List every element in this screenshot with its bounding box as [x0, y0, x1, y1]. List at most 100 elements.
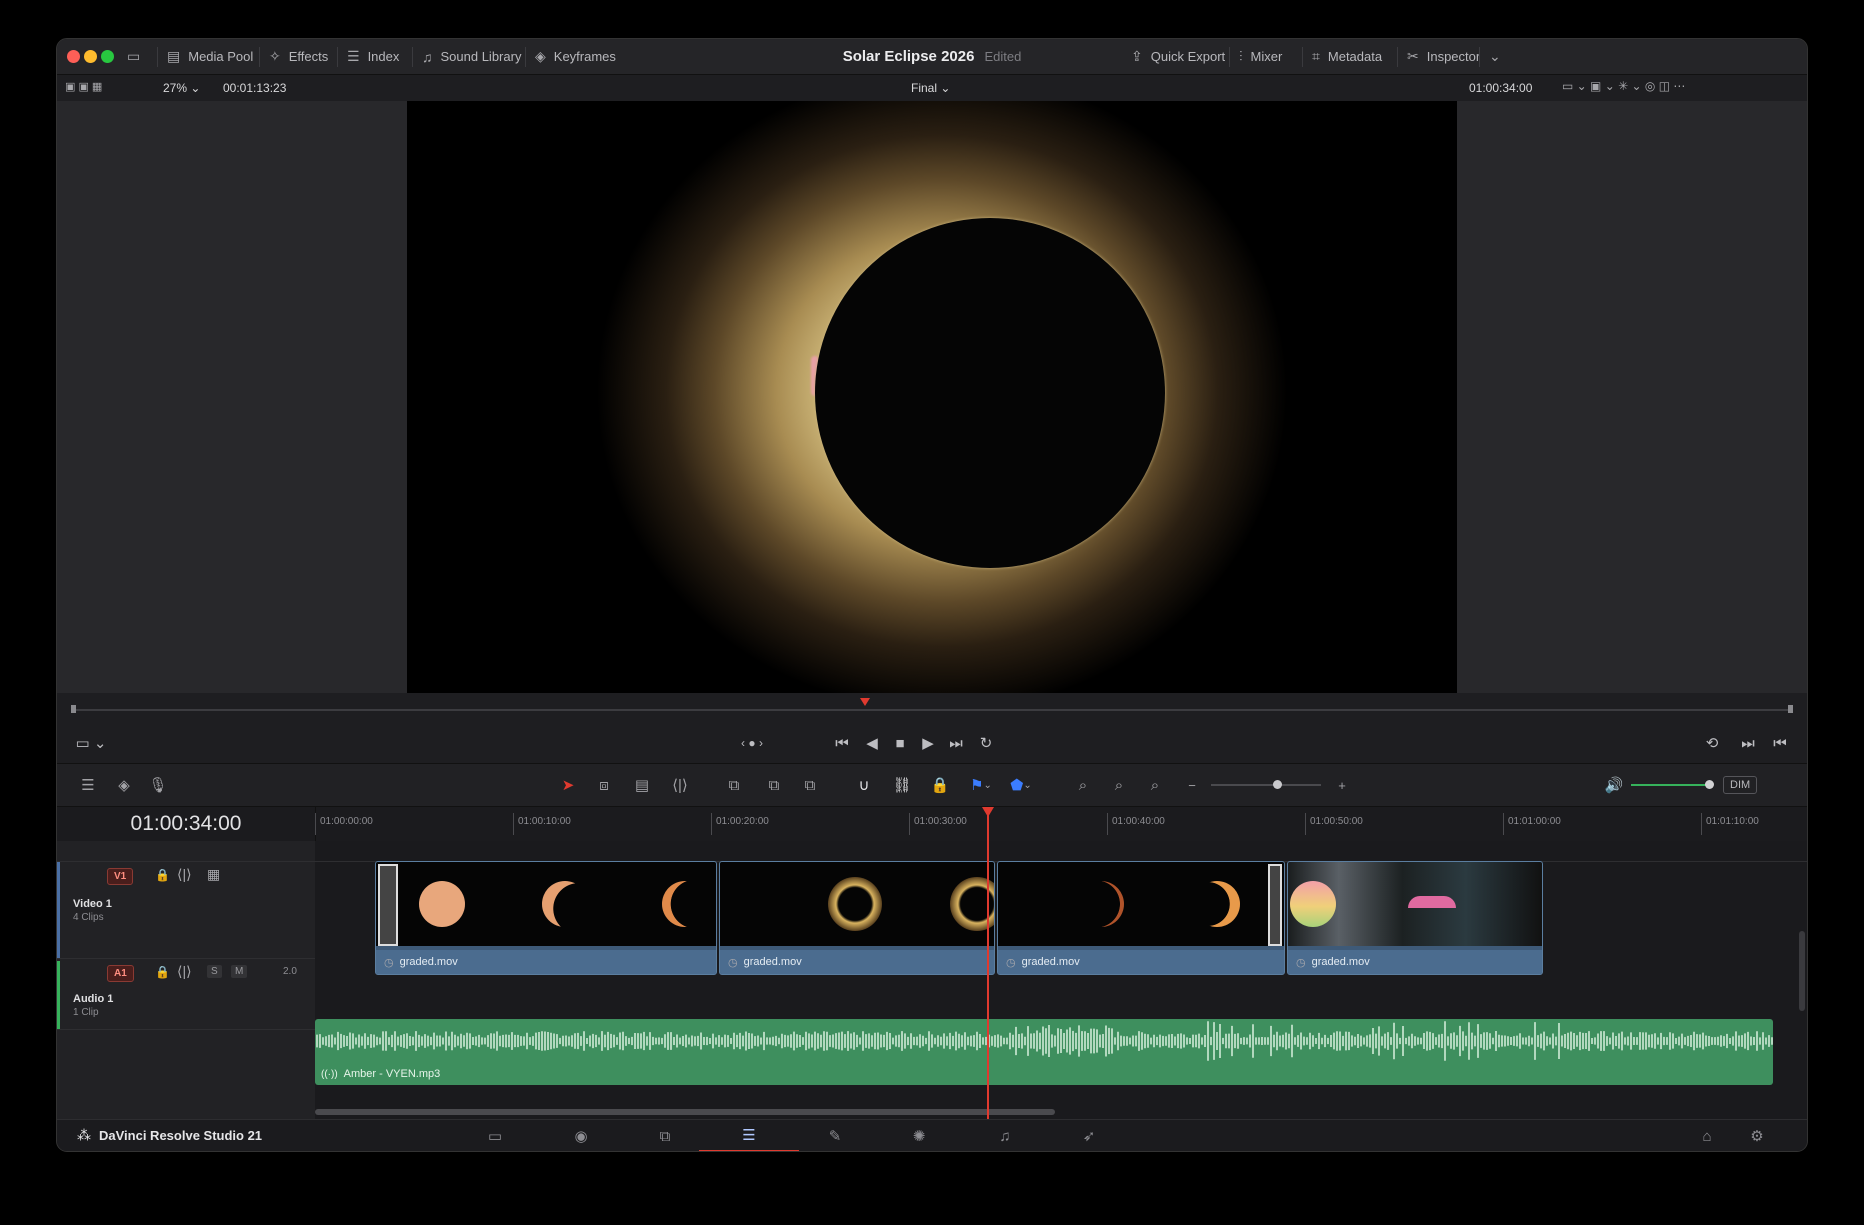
- ruler-tick-label: 01:01:00:00: [1503, 813, 1561, 835]
- volume-slider[interactable]: [1631, 780, 1714, 789]
- zoom-slider-thumb[interactable]: [1273, 780, 1282, 789]
- inspector-icon: ✂: [1407, 48, 1419, 64]
- zoom-dropdown[interactable]: 27% ⌄: [163, 81, 200, 95]
- list-icon: ☰: [347, 48, 360, 64]
- stop-button[interactable]: ■: [885, 723, 915, 763]
- mute-button[interactable]: M: [231, 965, 248, 978]
- lock-audio-track-icon[interactable]: 🔒: [155, 965, 170, 979]
- viewer-mode-dropdown[interactable]: Final ⌄: [911, 81, 950, 95]
- inspector-button[interactable]: ✂ Inspector: [1407, 39, 1480, 74]
- speaker-icon[interactable]: 🔊: [1599, 764, 1629, 806]
- scrubber-playhead[interactable]: [860, 698, 870, 706]
- expand-toolbar-icon[interactable]: ⌄: [1489, 39, 1501, 74]
- track-disable-icon[interactable]: ▦: [207, 866, 220, 883]
- edit-page-button[interactable]: ☰: [699, 1120, 799, 1151]
- marker-dropdown[interactable]: ⬟ ⌄: [1003, 764, 1039, 806]
- keyframes-button[interactable]: ◈ Keyframes: [535, 39, 616, 74]
- audio-waveform: [316, 1021, 1773, 1061]
- blade-tool-icon[interactable]: ⟨|⟩: [663, 764, 697, 806]
- home-button[interactable]: ⌂: [1687, 1120, 1727, 1151]
- close-window-button[interactable]: [67, 50, 80, 63]
- deliver-page-button[interactable]: ➶: [1039, 1120, 1139, 1151]
- dim-button[interactable]: DIM: [1723, 776, 1758, 794]
- metadata-button[interactable]: ⌗ Metadata: [1312, 39, 1382, 74]
- audio-auto-select-icon[interactable]: ⟨|⟩: [177, 963, 192, 980]
- auto-select-icon[interactable]: ⟨|⟩: [177, 866, 192, 883]
- track-headers: V1 🔒 ⟨|⟩ ▦ Video 1 4 Clips A1 🔒 ⟨|⟩ S M …: [57, 841, 316, 1123]
- video-track-header[interactable]: V1 🔒 ⟨|⟩ ▦ Video 1 4 Clips: [57, 861, 315, 959]
- sound-library-button[interactable]: ♫ Sound Library: [422, 39, 521, 74]
- timeline-playhead[interactable]: [987, 807, 989, 1147]
- color-page-button[interactable]: ✺: [869, 1120, 969, 1151]
- previous-edit-icon[interactable]: ⏮: [1765, 723, 1795, 763]
- viewer-layout-icon[interactable]: ▣ ▣ ▦: [65, 80, 102, 93]
- jog-control[interactable]: ‹ ● ›: [727, 723, 777, 763]
- quick-export-button[interactable]: ⇪ Quick Export: [1131, 39, 1225, 74]
- dynamic-trim-icon[interactable]: ▤: [625, 764, 659, 806]
- video-clip[interactable]: ◷ graded.mov: [719, 861, 995, 975]
- effects-button[interactable]: ✧ Effects: [269, 39, 328, 74]
- selection-tool-icon[interactable]: ➤: [553, 764, 583, 806]
- play-button[interactable]: ▶: [913, 723, 943, 763]
- keyframe-diamond-icon: ◈: [535, 48, 546, 64]
- ruler-tick-label: 01:00:10:00: [513, 813, 571, 835]
- zoom-detail-icon[interactable]: ⌕: [1103, 764, 1135, 806]
- safe-area-icon[interactable]: ▭ ⌄: [71, 723, 111, 763]
- vertical-scrollbar[interactable]: [1799, 931, 1805, 1011]
- video-clip[interactable]: ◷ graded.mov: [1287, 861, 1543, 975]
- linked-selection-icon[interactable]: ⛓: [887, 764, 917, 806]
- play-reverse-button[interactable]: ◀: [857, 723, 887, 763]
- audio-channels: 2.0: [283, 966, 297, 977]
- timeline-zoom-slider[interactable]: [1211, 780, 1321, 789]
- a1-track-button[interactable]: A1: [107, 965, 134, 982]
- voiceover-mic-icon[interactable]: 🎙: [141, 764, 175, 806]
- viewer-options-icon[interactable]: ▭ ⌄ ▣ ⌄ ✳ ⌄ ◎ ◫ ⋯: [1562, 79, 1685, 93]
- match-frame-icon[interactable]: ⟲: [1697, 723, 1727, 763]
- flag-dropdown[interactable]: ⚑ ⌄: [963, 764, 999, 806]
- solo-button[interactable]: S: [207, 965, 222, 978]
- scrubber-out-marker[interactable]: [1788, 705, 1793, 713]
- volume-slider-thumb[interactable]: [1705, 780, 1714, 789]
- clip-thumbnail: [1288, 862, 1542, 946]
- trim-tool-icon[interactable]: ⧈: [587, 764, 621, 806]
- mixer-button[interactable]: ⫶ Mixer: [1239, 39, 1282, 74]
- settings-gear-icon[interactable]: ⚙: [1737, 1120, 1777, 1151]
- loop-button[interactable]: ↻: [971, 723, 1001, 763]
- audio-clip[interactable]: ((·)) Amber - VYEN.mp3: [315, 1019, 1773, 1085]
- lock-track-icon[interactable]: 🔒: [155, 868, 170, 882]
- zoom-window-button[interactable]: [101, 50, 114, 63]
- video-clip[interactable]: ◷ graded.mov: [375, 861, 717, 975]
- trim-handle[interactable]: [1268, 864, 1282, 946]
- viewer-header: ▣ ▣ ▦ 27% ⌄ 00:01:13:23 Final ⌄ 01:00:34…: [57, 75, 1807, 102]
- panel-toggle-icon[interactable]: ▭: [127, 39, 140, 74]
- timeline-tracks[interactable]: ◷ graded.mov ◷ graded.mov ◷ graded.mov ◷ gra…: [315, 841, 1807, 1123]
- scrubber-in-marker[interactable]: [71, 705, 76, 713]
- go-to-end-button[interactable]: ⏭: [941, 723, 971, 763]
- video-frame[interactable]: [407, 101, 1457, 693]
- speed-icon: ◷: [1006, 956, 1016, 969]
- position-lock-icon[interactable]: 🔒: [925, 764, 955, 806]
- next-edit-icon[interactable]: ⏭: [1733, 723, 1763, 763]
- audio-track-header[interactable]: A1 🔒 ⟨|⟩ S M 2.0 Audio 1 1 Clip: [57, 961, 315, 1030]
- replace-clip-icon[interactable]: ⧉: [793, 764, 827, 806]
- top-toolbar: ▭ ▤ Media Pool ✧ Effects ☰ Index ♫ Sound Lib…: [57, 39, 1807, 75]
- overwrite-clip-icon[interactable]: ⧉: [757, 764, 791, 806]
- timeline-options-icon[interactable]: ☰: [71, 764, 105, 806]
- media-page-button[interactable]: ▭: [445, 1120, 545, 1151]
- v1-track-button[interactable]: V1: [107, 868, 134, 885]
- media-pool-icon: ▤: [167, 48, 181, 64]
- zoom-in-button[interactable]: +: [1307, 764, 1377, 806]
- insert-clip-icon[interactable]: ⧉: [717, 764, 751, 806]
- trim-handle[interactable]: [378, 864, 398, 946]
- minimize-window-button[interactable]: [84, 50, 97, 63]
- snapping-magnet-icon[interactable]: ∪: [849, 764, 879, 806]
- zoom-full-icon[interactable]: ⌕: [1067, 764, 1099, 806]
- video-clip[interactable]: ◷ graded.mov: [997, 861, 1285, 975]
- keyframe-icon[interactable]: ◈: [107, 764, 141, 806]
- media-pool-button[interactable]: ▤ Media Pool: [167, 39, 253, 74]
- timeline-ruler[interactable]: 01:00:00:00 01:00:10:00 01:00:20:00 01:00:3…: [315, 807, 1807, 841]
- timeline-scrollbar[interactable]: [315, 1109, 1055, 1115]
- index-button[interactable]: ☰ Index: [347, 39, 399, 74]
- go-to-start-button[interactable]: ⏮: [827, 723, 857, 763]
- viewer-scrubber[interactable]: [57, 693, 1807, 723]
